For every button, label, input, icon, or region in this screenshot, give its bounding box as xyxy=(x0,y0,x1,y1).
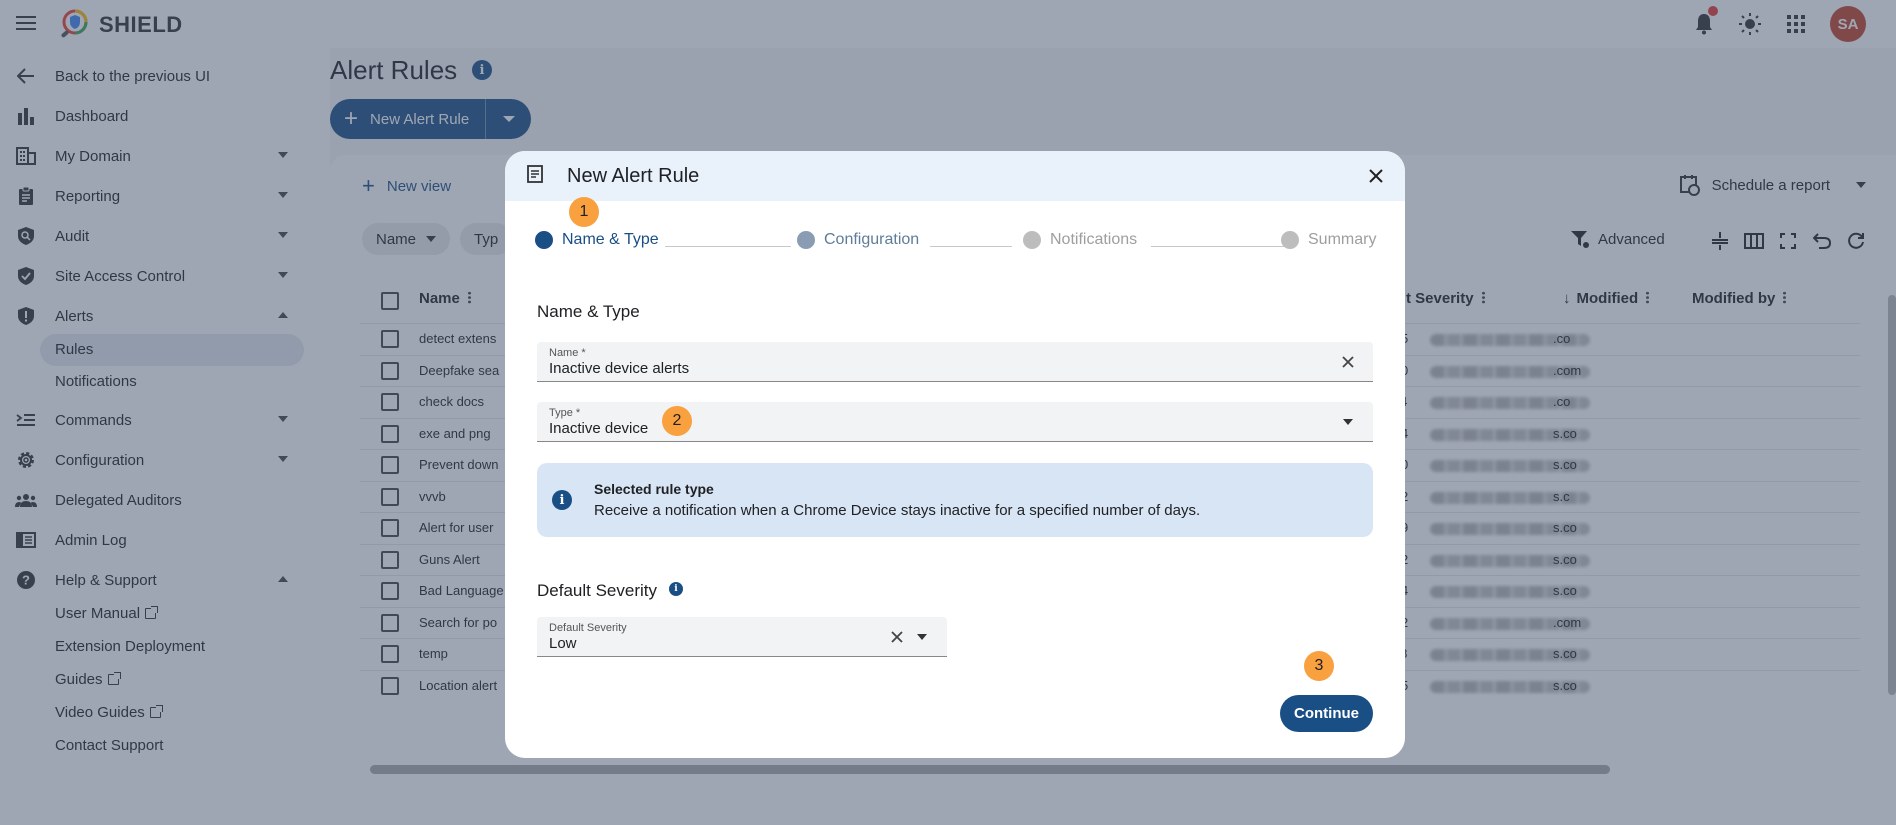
type-field-label: Type * xyxy=(549,407,581,419)
annotation-badge-2: 2 xyxy=(662,406,692,436)
continue-button[interactable]: Continue xyxy=(1280,695,1373,732)
step-dot xyxy=(797,231,815,249)
chevron-down-icon[interactable] xyxy=(917,634,927,640)
clear-icon[interactable] xyxy=(891,631,903,643)
clear-icon[interactable] xyxy=(1342,356,1354,368)
dialog-header: New Alert Rule xyxy=(505,151,1405,201)
step-active-dot xyxy=(535,231,553,249)
step-summary[interactable]: Summary xyxy=(1281,231,1376,249)
severity-field-value: Low xyxy=(549,635,577,652)
type-field-value: Inactive device xyxy=(549,420,649,437)
step-configuration[interactable]: Configuration xyxy=(797,231,919,249)
info-box-title: Selected rule type xyxy=(594,481,714,497)
document-icon xyxy=(527,165,543,183)
step-dot xyxy=(1281,231,1299,249)
annotation-badge-3: 3 xyxy=(1304,651,1334,681)
default-severity-select[interactable]: Default Severity Low xyxy=(537,617,947,657)
stepper-connector xyxy=(665,246,791,247)
step-label: Summary xyxy=(1308,231,1377,248)
name-field-value: Inactive device alerts xyxy=(549,360,690,377)
close-icon[interactable] xyxy=(1364,164,1388,188)
info-box-text: Receive a notification when a Chrome Dev… xyxy=(594,502,1201,519)
step-notifications[interactable]: Notifications xyxy=(1023,231,1137,249)
name-field[interactable]: Name * Inactive device alerts xyxy=(537,342,1373,382)
chevron-down-icon[interactable] xyxy=(1343,419,1353,425)
new-alert-rule-dialog: New Alert Rule Name & Type Configuration… xyxy=(505,151,1405,758)
step-label: Name & Type xyxy=(562,231,659,248)
step-label: Notifications xyxy=(1050,231,1138,248)
section-title-name-type: Name & Type xyxy=(537,302,640,321)
annotation-badge-1: 1 xyxy=(569,197,599,227)
step-name-type[interactable]: Name & Type xyxy=(535,231,659,249)
stepper-connector xyxy=(930,246,1012,247)
info-icon[interactable]: i xyxy=(669,582,683,596)
name-field-label: Name * xyxy=(549,347,586,359)
section-title-default-severity: Default Severity xyxy=(537,581,657,600)
dialog-title: New Alert Rule xyxy=(567,165,700,187)
rule-type-info-box: i Selected rule type Receive a notificat… xyxy=(537,463,1373,537)
severity-field-label: Default Severity xyxy=(549,622,627,634)
info-icon: i xyxy=(552,490,572,510)
step-dot xyxy=(1023,231,1041,249)
step-label: Configuration xyxy=(824,231,920,248)
stepper-connector xyxy=(1151,246,1287,247)
